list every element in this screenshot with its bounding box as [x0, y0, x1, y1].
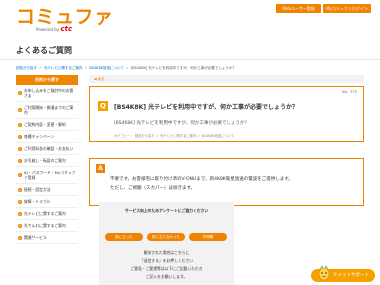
arrow-icon — [18, 199, 22, 204]
breadcrumb-separator: > — [39, 66, 42, 70]
answer-text: ただし、ご視聴（スカパー）は除きます。 — [110, 186, 196, 191]
sidebar-item-label: ご利用開始・開通までのご案内 — [24, 105, 74, 115]
sidebar-item-phone[interactable]: 光でんわに関するご案内 — [16, 220, 78, 232]
chat-mascot-icon — [318, 265, 330, 281]
breadcrumb: 回答から探す > 光テレビに関するご案内 > BS4K8K放送について > [BS4K8K]… — [16, 66, 236, 71]
question-category: カテゴリー： 回答から探す ＞ 光テレビに関するご案内 ＞ BS4K8K放送につ… — [114, 134, 235, 138]
divider — [0, 59, 380, 60]
sidebar-item-label: 光テレビに関するご案内 — [24, 211, 66, 216]
question-box: No：375 Q [BS4K8K] 光テレビを利用中ですが、何か工事が必要でしょ… — [89, 86, 364, 142]
sidebar-item-label: 光でんわに関するご案内 — [24, 223, 66, 228]
arrow-icon — [18, 134, 22, 139]
sidebar-item-label: ご利用料金の確認・お支払い — [24, 146, 74, 151]
survey-note: ご意見・ご要望等は以下にご記載いただき — [130, 266, 203, 271]
sidebar-item-label: ご契約内容・変更・解約 — [24, 122, 66, 127]
sidebar-item-related[interactable]: 関連サービス — [16, 232, 78, 244]
arrow-icon — [18, 108, 22, 112]
sidebar-item-label: お引越し・転居のご案内 — [24, 158, 66, 163]
sidebar-item-moving[interactable]: お引越し・転居のご案内 — [16, 155, 78, 167]
sidebar-item-label: ID・パスワード・Myコミュファ登録 — [24, 170, 76, 180]
sidebar-item-start[interactable]: ご利用開始・開通までのご案内 — [16, 102, 78, 119]
breadcrumb-separator: > — [125, 66, 129, 70]
sidebar-item-tv[interactable]: 光テレビに関するご案内 — [16, 208, 78, 220]
arrow-icon — [18, 187, 22, 192]
arrow-icon — [18, 235, 22, 240]
survey-title: サービス向上のためアンケートにご協力ください — [124, 208, 209, 213]
arrow-icon — [18, 146, 22, 151]
logo-powered-label: Powered by — [36, 27, 60, 32]
survey-note: 解決された場合はこちらに — [143, 250, 190, 255]
survey-panel: サービス向上のためアンケートにご協力ください 役に立った 役に立たなかった 不明… — [99, 202, 234, 285]
sidebar-item-trouble[interactable]: 故障・トラブル — [16, 196, 78, 208]
arrow-icon — [18, 211, 22, 216]
arrow-icon — [18, 223, 22, 228]
breadcrumb-item[interactable]: BS4K8K放送について — [89, 66, 124, 70]
sidebar-heading: 目的から探す — [16, 75, 78, 85]
question-number: No：375 — [342, 90, 357, 94]
breadcrumb-item[interactable]: 回答から探す — [16, 66, 37, 70]
logo-brand: ctc — [60, 25, 73, 33]
page-title: よくあるご質問 — [16, 46, 72, 55]
sidebar-item-billing[interactable]: ご利用料金の確認・お支払い — [16, 143, 78, 155]
not-helpful-button[interactable]: 役に立たなかった — [147, 233, 185, 241]
unclear-button[interactable]: 不明瞭 — [189, 233, 227, 241]
question-title: [BS4K8K] 光テレビを利用中ですが、何か工事が必要でしょうか？ — [114, 104, 298, 111]
sidebar-item-label: 関連サービス — [24, 235, 47, 240]
sidebar-item-label: お申し込みをご検討中のお客さま — [24, 88, 74, 98]
sidebar-item-campaign[interactable]: 各種キャンペーン — [16, 131, 78, 143]
breadcrumb-separator: > — [84, 66, 88, 70]
arrow-icon — [18, 91, 22, 95]
back-link[interactable]: ◀ 戻る — [89, 75, 364, 83]
sidebar-item-label: 各種キャンペーン — [24, 134, 55, 139]
main-content: ◀ 戻る No：375 Q [BS4K8K] 光テレビを利用中ですが、何か工事が… — [89, 75, 364, 285]
sidebar-item-new-customer[interactable]: お申し込みをご検討中のお客さま — [16, 85, 78, 102]
arrow-icon — [18, 158, 22, 163]
sidebar-item-connection[interactable]: 接続・設定方法 — [16, 184, 78, 196]
answer-text: 不要です。お客様宅に取り付け済のV-ONUまで、新4K8K衛星放送の電波をご提供… — [110, 177, 293, 182]
arrow-icon — [18, 173, 22, 177]
sidebar: 目的から探す お申し込みをご検討中のお客さま ご利用開始・開通までのご案内 ご契… — [16, 75, 78, 244]
answer-badge: A — [96, 164, 105, 173]
sidebar-item-label: 接続・設定方法 — [24, 187, 51, 192]
answer-box: A 不要です。お客様宅に取り付け済のV-ONUまで、新4K8K衛星放送の電波をご… — [89, 158, 364, 206]
back-label: 戻る — [97, 77, 105, 81]
breadcrumb-current: [BS4K8K] 光テレビを利用中ですが、何か工事が必要でしょうか？ — [130, 66, 236, 70]
helpful-button[interactable]: 役に立った — [105, 233, 143, 241]
arrow-icon — [18, 122, 22, 127]
logo[interactable]: コミュファ Powered by ctc — [16, 6, 114, 33]
logo-text: コミュファ — [16, 6, 114, 28]
sidebar-item-contract[interactable]: ご契約内容・変更・解約 — [16, 119, 78, 131]
sidebar-item-id-password[interactable]: ID・パスワード・Myコミュファ登録 — [16, 167, 78, 184]
web-user-register-button[interactable]: Webユーザー登録 — [276, 4, 321, 13]
chat-support-button[interactable]: チャットサポート — [311, 265, 375, 282]
sidebar-item-label: 故障・トラブル — [24, 199, 51, 204]
chat-support-label: チャットサポート — [333, 273, 369, 278]
question-badge: Q — [98, 101, 108, 111]
question-subtitle: [BS4K8K] 光テレビを利用中ですが、何か工事が必要でしょうか？ — [114, 121, 249, 126]
survey-note: ご記入をお願いします。 — [145, 274, 188, 279]
my-commufa-login-button[interactable]: Myコミュファログイン — [323, 4, 371, 13]
breadcrumb-item[interactable]: 光テレビに関するご案内 — [44, 66, 83, 70]
survey-note: 「送信する」をお押しください — [139, 258, 194, 263]
